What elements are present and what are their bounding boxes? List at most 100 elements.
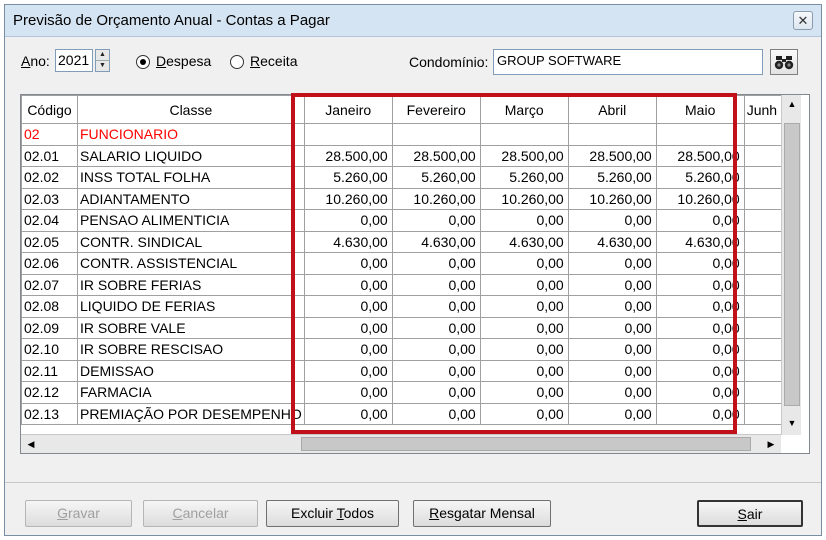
grid-cell-fev[interactable]: 10.260,00 [391, 187, 481, 210]
col-header-marco[interactable]: Março [479, 95, 569, 124]
grid-cell-abr[interactable]: 0,00 [567, 209, 657, 232]
grid-cell-code[interactable]: 02.01 [21, 144, 78, 167]
grid-cell-classe[interactable]: IR SOBRE FERIAS [77, 273, 305, 296]
table-row[interactable]: 02.11 DEMISSAO 0,00 0,00 0,00 0,00 0,00 [21, 359, 795, 382]
grid-cell-mar[interactable]: 0,00 [479, 316, 569, 339]
grid-cell-mai[interactable] [655, 123, 745, 146]
table-row[interactable]: 02.10 IR SOBRE RESCISAO 0,00 0,00 0,00 0,00 0,… [21, 338, 795, 361]
table-row[interactable]: 02.05 CONTR. SINDICAL 4.630,00 4.630,00 4.63… [21, 230, 795, 253]
col-header-fevereiro[interactable]: Fevereiro [391, 95, 481, 124]
grid-cell-code[interactable]: 02 [21, 123, 78, 146]
col-header-abril[interactable]: Abril [567, 95, 657, 124]
sair-button[interactable]: Sair [697, 500, 803, 527]
table-row[interactable]: 02.12 FARMACIA 0,00 0,00 0,00 0,00 0,00 [21, 381, 795, 404]
grid-cell-mar[interactable]: 0,00 [479, 273, 569, 296]
col-header-maio[interactable]: Maio [655, 95, 745, 124]
grid-cell-abr[interactable]: 0,00 [567, 402, 657, 425]
grid-cell-fev[interactable] [391, 123, 481, 146]
grid-cell-classe[interactable]: CONTR. ASSISTENCIAL [77, 252, 305, 275]
grid-cell-mar[interactable]: 0,00 [479, 338, 569, 361]
grid-cell-fev[interactable]: 0,00 [391, 316, 481, 339]
grid-cell-code[interactable]: 02.03 [21, 187, 78, 210]
table-row[interactable]: 02.13 PREMIAÇÃO POR DESEMPENHO 0,00 0,00 0,0… [21, 402, 795, 425]
grid-cell-abr[interactable]: 5.260,00 [567, 166, 657, 189]
table-row[interactable]: 02.09 IR SOBRE VALE 0,00 0,00 0,00 0,00 0,00 [21, 316, 795, 339]
grid-cell-code[interactable]: 02.09 [21, 316, 78, 339]
grid-cell-classe[interactable]: IR SOBRE VALE [77, 316, 305, 339]
grid-cell-fev[interactable]: 0,00 [391, 402, 481, 425]
grid-cell-fev[interactable]: 0,00 [391, 252, 481, 275]
table-row[interactable]: 02.02 INSS TOTAL FOLHA 5.260,00 5.260,00 5.2… [21, 166, 795, 189]
grid-cell-code[interactable]: 02.06 [21, 252, 78, 275]
grid-cell-abr[interactable] [567, 123, 657, 146]
condominio-field[interactable]: GROUP SOFTWARE [493, 49, 763, 75]
grid-cell-classe[interactable]: CONTR. SINDICAL [77, 230, 305, 253]
grid-cell-mar[interactable]: 0,00 [479, 402, 569, 425]
grid-cell-mar[interactable]: 0,00 [479, 252, 569, 275]
grid-cell-abr[interactable]: 0,00 [567, 316, 657, 339]
grid-cell-jan[interactable]: 0,00 [303, 252, 393, 275]
grid-cell-jan[interactable]: 5.260,00 [303, 166, 393, 189]
col-header-janeiro[interactable]: Janeiro [303, 95, 393, 124]
resgatar-mensal-button[interactable]: Resgatar Mensal [413, 500, 551, 527]
grid-cell-abr[interactable]: 28.500,00 [567, 144, 657, 167]
table-row[interactable]: 02.06 CONTR. ASSISTENCIAL 0,00 0,00 0,00 0,00… [21, 252, 795, 275]
table-row[interactable]: 02.04 PENSAO ALIMENTICIA 0,00 0,00 0,00 0,00 0… [21, 209, 795, 232]
grid-cell-mar[interactable]: 0,00 [479, 209, 569, 232]
grid-cell-jan[interactable]: 0,00 [303, 295, 393, 318]
grid-cell-mar[interactable]: 10.260,00 [479, 187, 569, 210]
grid-cell-code[interactable]: 02.08 [21, 295, 78, 318]
grid-cell-jan[interactable]: 4.630,00 [303, 230, 393, 253]
grid-cell-mar[interactable]: 0,00 [479, 381, 569, 404]
scroll-right-icon[interactable]: ▶ [761, 435, 781, 453]
radio-receita-label[interactable]: Receita [250, 53, 297, 69]
grid-cell-mai[interactable]: 0,00 [655, 338, 745, 361]
radio-despesa[interactable] [136, 55, 150, 69]
grid-cell-classe[interactable]: FUNCIONARIO [77, 123, 305, 146]
grid-cell-abr[interactable]: 10.260,00 [567, 187, 657, 210]
grid-cell-fev[interactable]: 0,00 [391, 359, 481, 382]
grid-cell-code[interactable]: 02.04 [21, 209, 78, 232]
radio-receita[interactable] [230, 55, 244, 69]
horizontal-scrollbar[interactable]: ◀ ▶ [21, 434, 781, 453]
grid-cell-mar[interactable]: 4.630,00 [479, 230, 569, 253]
grid-cell-code[interactable]: 02.11 [21, 359, 78, 382]
grid-cell-mai[interactable]: 0,00 [655, 252, 745, 275]
grid-cell-mar[interactable]: 5.260,00 [479, 166, 569, 189]
grid-cell-fev[interactable]: 0,00 [391, 295, 481, 318]
grid-cell-classe[interactable]: IR SOBRE RESCISAO [77, 338, 305, 361]
grid-cell-fev[interactable]: 0,00 [391, 338, 481, 361]
grid-cell-fev[interactable]: 0,00 [391, 273, 481, 296]
grid-cell-mar[interactable] [479, 123, 569, 146]
radio-despesa-label[interactable]: Despesa [156, 53, 211, 69]
col-header-classe[interactable]: Classe [77, 95, 305, 124]
grid-cell-jan[interactable]: 0,00 [303, 273, 393, 296]
grid-cell-mai[interactable]: 0,00 [655, 316, 745, 339]
grid-cell-mai[interactable]: 0,00 [655, 295, 745, 318]
grid-cell-jan[interactable]: 0,00 [303, 402, 393, 425]
grid-cell-classe[interactable]: PENSAO ALIMENTICIA [77, 209, 305, 232]
grid-cell-code[interactable]: 02.05 [21, 230, 78, 253]
grid-cell-code[interactable]: 02.07 [21, 273, 78, 296]
year-spinner[interactable]: ▲ ▼ [95, 49, 110, 72]
excluir-todos-button[interactable]: Excluir Todos [266, 500, 399, 527]
find-condominio-button[interactable] [770, 49, 798, 75]
col-header-codigo[interactable]: Código [21, 95, 78, 124]
grid-cell-mai[interactable]: 0,00 [655, 402, 745, 425]
grid-cell-abr[interactable]: 0,00 [567, 295, 657, 318]
grid-cell-mai[interactable]: 28.500,00 [655, 144, 745, 167]
table-row[interactable]: 02 FUNCIONARIO [21, 123, 795, 146]
grid-cell-jan[interactable]: 0,00 [303, 209, 393, 232]
grid-cell-code[interactable]: 02.02 [21, 166, 78, 189]
grid-cell-abr[interactable]: 0,00 [567, 381, 657, 404]
grid-cell-code[interactable]: 02.13 [21, 402, 78, 425]
grid-cell-fev[interactable]: 0,00 [391, 381, 481, 404]
grid-cell-mar[interactable]: 28.500,00 [479, 144, 569, 167]
scroll-down-icon[interactable]: ▼ [782, 414, 802, 432]
grid-cell-jan[interactable]: 0,00 [303, 359, 393, 382]
grid-cell-classe[interactable]: ADIANTAMENTO [77, 187, 305, 210]
grid-cell-abr[interactable]: 0,00 [567, 359, 657, 382]
grid-cell-classe[interactable]: INSS TOTAL FOLHA [77, 166, 305, 189]
grid-cell-code[interactable]: 02.10 [21, 338, 78, 361]
grid-cell-classe[interactable]: FARMACIA [77, 381, 305, 404]
